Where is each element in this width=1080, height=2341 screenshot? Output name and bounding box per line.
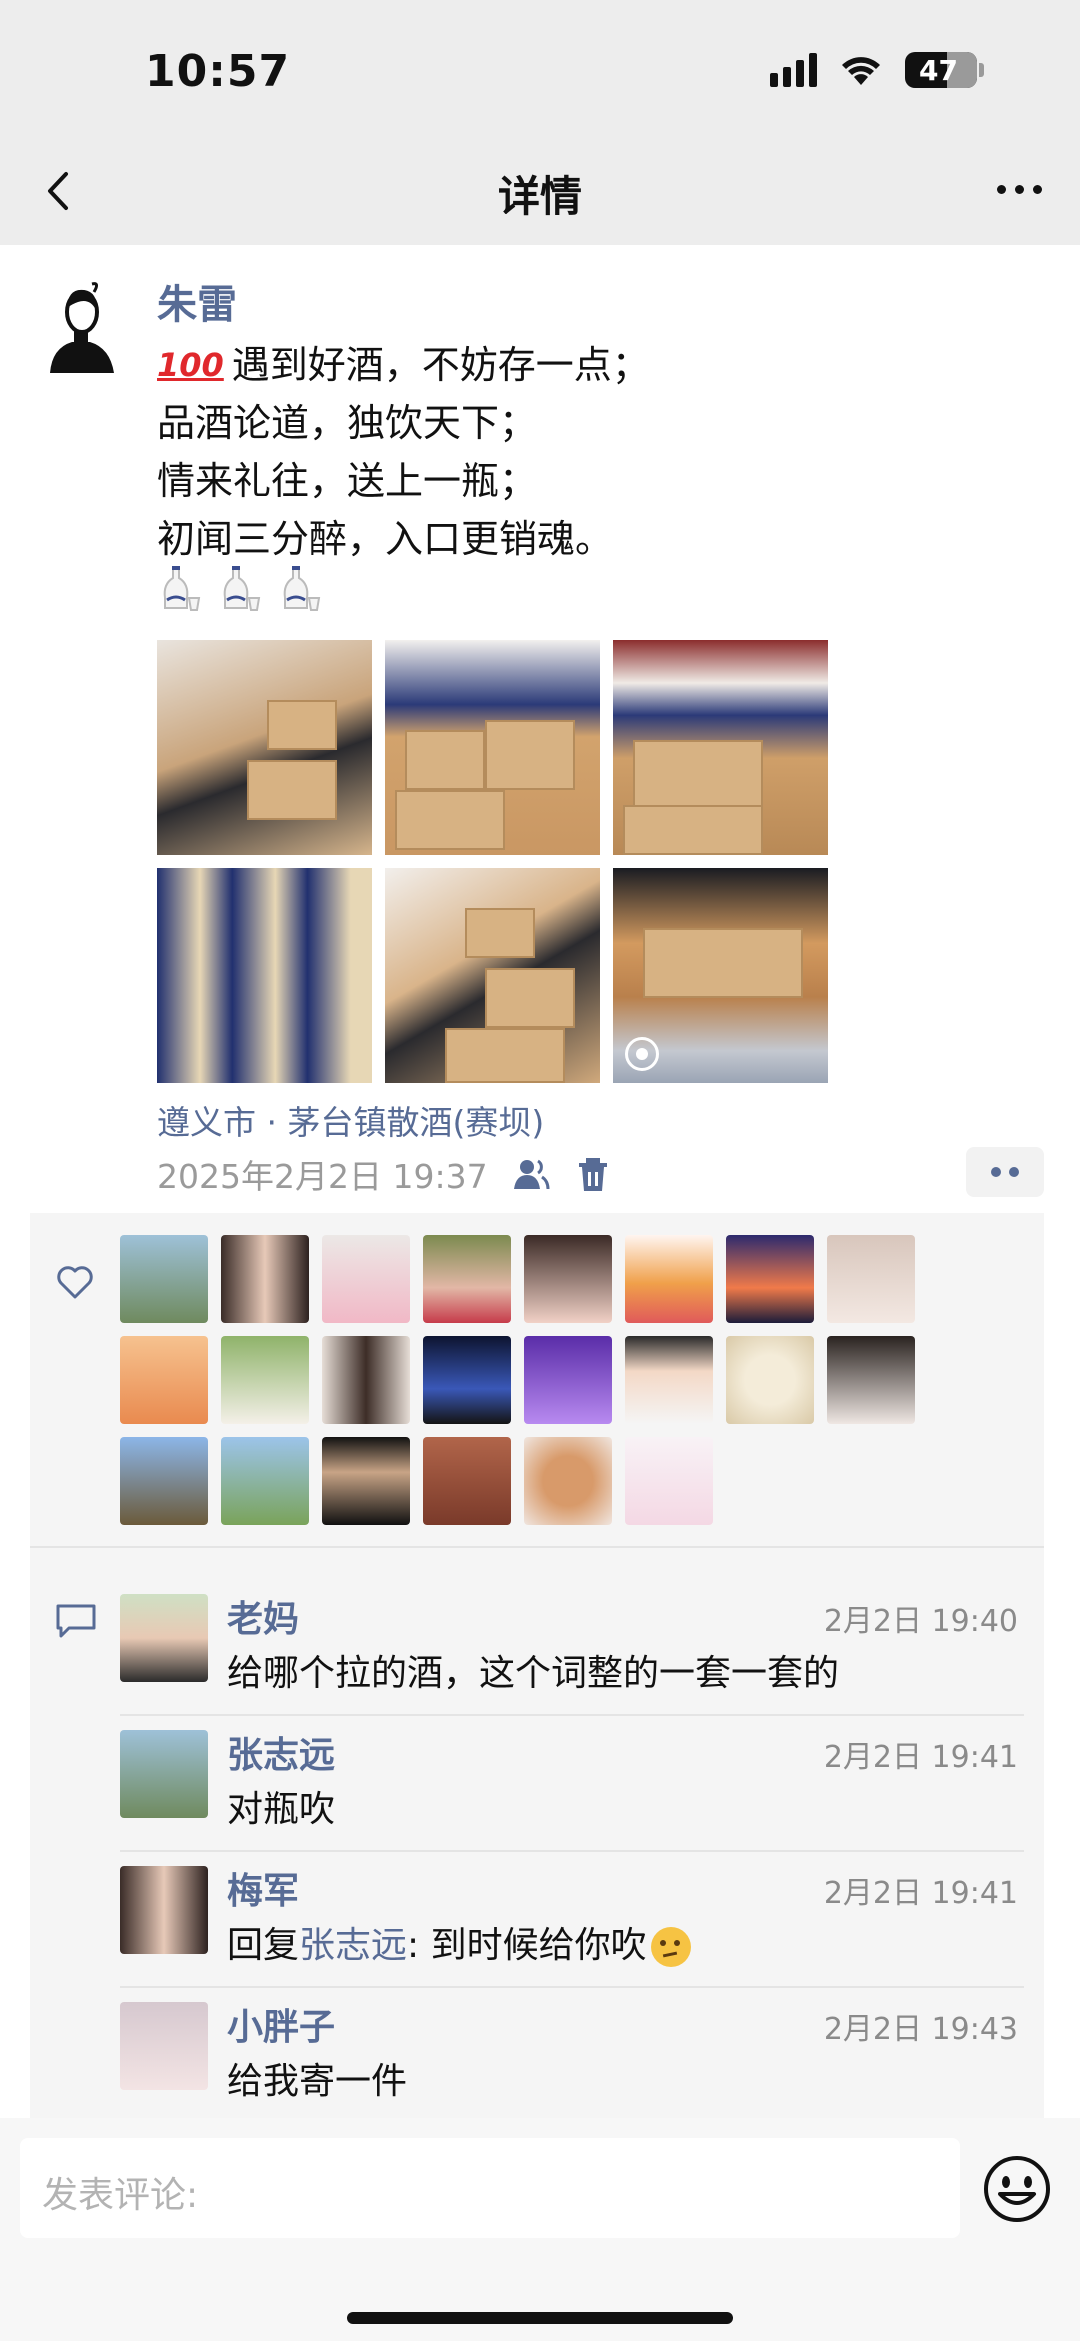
likes-comments-panel: 老妈 2月2日 19:40 给哪个拉的酒，这个词整的一套一套的 张志远 2月2日… xyxy=(30,1213,1044,2124)
sake-emoji-row xyxy=(157,564,323,616)
hundred-points-emoji-icon: 100 xyxy=(157,346,224,384)
liker-avatar[interactable] xyxy=(322,1336,410,1424)
comment-item[interactable]: 老妈 2月2日 19:40 给哪个拉的酒，这个词整的一套一套的 xyxy=(120,1580,1024,1716)
comment-item[interactable]: 小胖子 2月2日 19:43 给我寄一件 xyxy=(120,1988,1024,2124)
sake-bottle-icon xyxy=(223,566,261,611)
reply-prefix: 回复 xyxy=(227,1925,300,1966)
liker-avatar[interactable] xyxy=(625,1437,713,1525)
comment-text: 给哪个拉的酒，这个词整的一套一套的 xyxy=(227,1653,840,1694)
post-photo[interactable] xyxy=(613,640,828,855)
post-line-4: 初闻三分醉，入口更销魂。 xyxy=(157,517,614,561)
liker-avatar[interactable] xyxy=(322,1437,410,1525)
liker-avatar[interactable] xyxy=(524,1437,612,1525)
comment-input[interactable]: 发表评论: xyxy=(20,2138,960,2238)
reply-to-name[interactable]: 张志远 xyxy=(299,1925,407,1966)
sake-bottle-icon xyxy=(163,566,201,611)
post-location[interactable]: 遵义市 · 茅台镇散酒(赛坝) xyxy=(157,1096,544,1144)
author-name[interactable]: 朱雷 xyxy=(157,272,237,330)
live-photo-icon xyxy=(625,1037,659,1071)
post-photo[interactable] xyxy=(157,640,372,855)
liker-avatar[interactable] xyxy=(423,1437,511,1525)
liker-avatar[interactable] xyxy=(726,1336,814,1424)
liker-avatar[interactable] xyxy=(726,1235,814,1323)
liker-avatar[interactable] xyxy=(120,1437,208,1525)
liker-avatar[interactable] xyxy=(827,1235,915,1323)
comment-text: 对瓶吹 xyxy=(227,1789,336,1830)
visibility-contacts-icon[interactable] xyxy=(512,1155,550,1193)
wifi-icon xyxy=(842,57,880,85)
delete-trash-icon[interactable] xyxy=(574,1155,612,1193)
commenter-name[interactable]: 梅军 xyxy=(227,1862,299,1914)
liker-avatar[interactable] xyxy=(524,1235,612,1323)
liker-avatar[interactable] xyxy=(120,1235,208,1323)
commenter-name[interactable]: 张志远 xyxy=(227,1726,335,1778)
liker-avatar[interactable] xyxy=(322,1235,410,1323)
more-options-icon[interactable] xyxy=(997,185,1042,194)
comment-list: 老妈 2月2日 19:40 给哪个拉的酒，这个词整的一套一套的 张志远 2月2日… xyxy=(120,1580,1024,2124)
liker-avatar[interactable] xyxy=(423,1235,511,1323)
liker-avatar[interactable] xyxy=(221,1437,309,1525)
liker-avatar[interactable] xyxy=(423,1336,511,1424)
status-icons: 47 xyxy=(770,52,984,88)
comment-time: 2月2日 19:41 xyxy=(823,1740,1018,1775)
comment-input-bar: 发表评论: xyxy=(0,2118,1080,2341)
post-line-2: 品酒论道，独饮天下； xyxy=(157,401,538,445)
post-photo[interactable] xyxy=(157,868,372,1083)
commenter-name[interactable]: 小胖子 xyxy=(227,1998,335,2050)
commenter-avatar[interactable] xyxy=(120,1866,208,1954)
comment-time: 2月2日 19:43 xyxy=(823,2012,1018,2047)
battery-tip xyxy=(979,63,984,77)
status-time: 10:57 xyxy=(145,46,291,97)
liker-avatar[interactable] xyxy=(625,1235,713,1323)
comment-time: 2月2日 19:41 xyxy=(823,1876,1018,1911)
commenter-name[interactable]: 老妈 xyxy=(227,1590,299,1642)
commenter-avatar[interactable] xyxy=(120,1730,208,1818)
commenter-avatar[interactable] xyxy=(120,2002,208,2090)
liker-avatar[interactable] xyxy=(827,1336,915,1424)
comment-text: 回复张志远: 到时候给你吹 xyxy=(227,1916,691,1968)
like-comment-action-button[interactable] xyxy=(966,1147,1044,1197)
comment-item[interactable]: 梅军 2月2日 19:41 回复张志远: 到时候给你吹 xyxy=(120,1852,1024,1988)
reply-text: : 到时候给你吹 xyxy=(407,1925,647,1966)
commenter-avatar[interactable] xyxy=(120,1594,208,1682)
post-photo[interactable] xyxy=(613,868,828,1083)
post-photo[interactable] xyxy=(385,640,600,855)
divider xyxy=(30,1546,1044,1548)
top-bar: 10:57 47 详情 xyxy=(0,0,1080,245)
heart-icon xyxy=(57,1266,93,1299)
author-avatar[interactable] xyxy=(42,278,120,373)
page-title: 详情 xyxy=(497,172,582,221)
emoji-smile-icon[interactable] xyxy=(982,2154,1052,2224)
sake-bottle-icon xyxy=(283,566,321,611)
comment-item[interactable]: 张志远 2月2日 19:41 对瓶吹 xyxy=(120,1716,1024,1852)
liker-avatar[interactable] xyxy=(221,1235,309,1323)
cellular-signal-icon xyxy=(770,53,817,87)
liker-avatars xyxy=(120,1235,940,1525)
post-time: 2025年2月2日 19:37 xyxy=(157,1157,488,1196)
liker-avatar[interactable] xyxy=(625,1336,713,1424)
liker-avatar[interactable] xyxy=(120,1336,208,1424)
post-line-3: 情来礼往，送上一瓶； xyxy=(157,459,538,503)
comment-text: 给我寄一件 xyxy=(227,2061,408,2102)
post-text: 100 遇到好酒，不妨存一点； 品酒论道，独饮天下； 情来礼往，送上一瓶； 初闻三… xyxy=(157,336,650,568)
photo-grid xyxy=(157,640,837,1083)
post-photo[interactable] xyxy=(385,868,600,1083)
battery-icon: 47 xyxy=(905,52,977,88)
liker-avatar[interactable] xyxy=(524,1336,612,1424)
post-meta-row: 2025年2月2日 19:37 xyxy=(157,1150,612,1198)
battery-level: 47 xyxy=(919,53,958,87)
comment-bubble-icon xyxy=(56,1604,96,1638)
comment-time: 2月2日 19:40 xyxy=(823,1604,1018,1639)
home-indicator xyxy=(347,2312,733,2324)
thinking-face-emoji-icon xyxy=(650,1927,691,1967)
post-line-1: 遇到好酒，不妨存一点； xyxy=(231,343,650,387)
liker-avatar[interactable] xyxy=(221,1336,309,1424)
